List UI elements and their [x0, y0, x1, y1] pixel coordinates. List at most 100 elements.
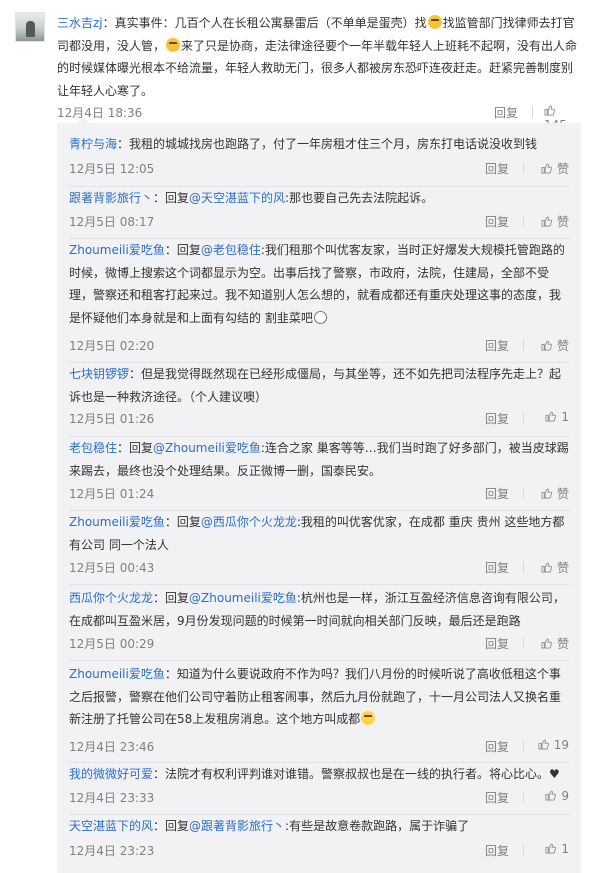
- thumbs-up-icon: [541, 638, 552, 649]
- reply-meta: 12月4日 23:46 回复 19: [69, 738, 569, 754]
- divider: [523, 844, 524, 856]
- reply-text: 跟著背影旅行丶：回复@天空湛蓝下的风:那也要自己先去法院起诉。: [69, 191, 434, 205]
- reply-time: 12月5日 01:24: [69, 487, 155, 501]
- like-button[interactable]: 1: [534, 410, 569, 424]
- reply-author[interactable]: Zhoumeili爱吃鱼: [69, 515, 165, 529]
- reply-text: 七块钥锣锣：但是我觉得既然现在已经形成僵局，与其坐等，还不如先把司法程序先走上？…: [69, 367, 562, 404]
- reply-divider: [69, 660, 569, 661]
- mention-link[interactable]: @Zhoumeili爱吃鱼: [153, 441, 261, 455]
- reply-author[interactable]: 跟著背影旅行丶: [69, 191, 153, 205]
- like-button[interactable]: 赞: [534, 559, 569, 576]
- mention-link[interactable]: @天空湛蓝下的风: [189, 191, 285, 205]
- main-comment-text: 三水吉zj：真实事件：几百个人在长租公寓暴雷后（不单单是蛋壳）找 找监管部门找律师…: [57, 15, 578, 98]
- main-comment: 三水吉zj：真实事件：几百个人在长租公寓暴雷后（不单单是蛋壳）找 找监管部门找律师…: [0, 0, 593, 132]
- reply-time: 12月4日 23:23: [69, 844, 155, 858]
- divider: [523, 339, 524, 351]
- reply-list: 青柠与海：我租的城城找房也跑路了，付了一年房租才住三个月，房东打电话说没收到钱 …: [57, 117, 581, 873]
- reply-text: Zhoumeili爱吃鱼：回复@西瓜你个火龙龙:我租的叫优客优家，在成都 重庆 …: [69, 515, 565, 552]
- reply-time: 12月5日 12:05: [69, 162, 155, 176]
- reply-button[interactable]: 回复: [485, 410, 509, 427]
- reply-button[interactable]: 回复: [485, 789, 509, 806]
- mention-link[interactable]: @Zhoumeili爱吃鱼: [189, 591, 297, 605]
- reply-meta: 12月4日 23:33 回复 9: [69, 789, 569, 805]
- reply-text: 老包稳住：回复@Zhoumeili爱吃鱼:连合之家 巢客等等…我们当时跑了好多部…: [69, 441, 569, 478]
- reply-time: 12月4日 23:33: [69, 791, 155, 805]
- reply-time: 12月5日 00:43: [69, 561, 155, 575]
- reply-time: 12月5日 02:20: [69, 339, 155, 353]
- divider: [523, 791, 524, 803]
- reply-author[interactable]: 西瓜你个火龙龙: [69, 591, 153, 605]
- mention-link[interactable]: @跟著背影旅行丶: [189, 819, 285, 833]
- reply-time: 12月5日 00:29: [69, 637, 155, 651]
- emoji-icon: [427, 15, 442, 29]
- thumbs-up-icon: [541, 488, 552, 499]
- reply-button[interactable]: 回复: [485, 337, 509, 354]
- reply-author[interactable]: Zhoumeili爱吃鱼: [69, 243, 165, 257]
- reply-meta: 12月4日 23:23 回复 1: [69, 842, 569, 858]
- divider: [532, 106, 533, 118]
- like-button[interactable]: 赞: [534, 337, 569, 354]
- reply-button[interactable]: 回复: [485, 213, 509, 230]
- reply-button[interactable]: 回复: [485, 635, 509, 652]
- reply-time: 12月5日 01:26: [69, 412, 155, 426]
- divider: [523, 561, 524, 573]
- reply-time: 12月4日 23:46: [69, 740, 155, 754]
- divider: [523, 740, 524, 752]
- reply-meta: 12月5日 02:20 回复 赞: [69, 337, 569, 353]
- avatar[interactable]: [15, 12, 45, 42]
- reply-text: 青柠与海：我租的城城找房也跑路了，付了一年房租才住三个月，房东打电话说没收到钱: [69, 137, 538, 151]
- mention-link[interactable]: @老包稳住: [201, 243, 261, 257]
- divider: [523, 162, 524, 174]
- reply-button[interactable]: 回复: [485, 485, 509, 502]
- thumbs-up-icon: [545, 411, 557, 422]
- divider: [523, 637, 524, 649]
- reply-meta: 12月5日 12:05 回复 赞: [69, 160, 569, 176]
- like-button[interactable]: 赞: [534, 160, 569, 177]
- reply-author[interactable]: 青柠与海: [69, 137, 117, 151]
- divider: [523, 487, 524, 499]
- reply-text: Zhoumeili爱吃鱼：回复@老包稳住:我们租那个叫优客友家，当时正好爆发大规…: [69, 243, 565, 325]
- thumbs-up-icon: [544, 105, 555, 116]
- thumbs-up-icon: [541, 163, 552, 174]
- reply-time: 12月5日 08:17: [69, 215, 155, 229]
- reply-text: 我的微微好可爱：法院才有权利评判谁对谁错。警察叔叔也是在一线的执行者。将心比心。…: [69, 767, 560, 781]
- reply-meta: 12月5日 01:24 回复 赞: [69, 485, 569, 501]
- reply-text: 天空湛蓝下的风：回复@跟著背影旅行丶:有些是故意卷款跑路，属于诈骗了: [69, 819, 470, 833]
- reply-button[interactable]: 回复: [485, 842, 509, 859]
- thumbs-up-icon: [541, 216, 552, 227]
- reply-button[interactable]: 回复: [485, 160, 509, 177]
- reply-author[interactable]: Zhoumeili爱吃鱼: [69, 667, 165, 681]
- reply-divider: [69, 584, 569, 585]
- reply-button[interactable]: 回复: [485, 738, 509, 755]
- reply-meta: 12月5日 00:29 回复 赞: [69, 635, 569, 651]
- thumbs-up-icon: [545, 843, 557, 854]
- mention-link[interactable]: @西瓜你个火龙龙: [201, 515, 297, 529]
- reply-author[interactable]: 天空湛蓝下的风: [69, 819, 153, 833]
- reply-button[interactable]: 回复: [485, 559, 509, 576]
- emoji-icon: [166, 37, 181, 52]
- emoji-icon: [313, 310, 327, 324]
- like-button[interactable]: 1: [534, 842, 569, 856]
- like-button[interactable]: 赞: [534, 635, 569, 652]
- reply-text: 西瓜你个火龙龙：回复@Zhoumeili爱吃鱼:杭州也是一样，浙江互盈经济信息咨…: [69, 591, 565, 628]
- like-button[interactable]: 19: [534, 738, 569, 752]
- thumbs-up-icon: [541, 340, 552, 351]
- reply-meta: 12月5日 00:43 回复 赞: [69, 559, 569, 575]
- comment-time: 12月4日 18:36: [57, 106, 143, 120]
- reply-list-caret: [77, 117, 89, 123]
- divider: [523, 215, 524, 227]
- thumbs-up-icon: [545, 790, 557, 801]
- thumbs-up-icon: [538, 739, 549, 750]
- like-button[interactable]: 赞: [534, 213, 569, 230]
- like-button[interactable]: 赞: [534, 485, 569, 502]
- reply-author[interactable]: 七块钥锣锣: [69, 367, 129, 381]
- reply-text: Zhoumeili爱吃鱼：知道为什么要说政府不作为吗？我们八月份的时候听说了高收…: [69, 667, 562, 726]
- reply-meta: 12月5日 08:17 回复 赞: [69, 213, 569, 229]
- emoji-icon: [361, 711, 376, 725]
- divider: [523, 412, 524, 424]
- like-button[interactable]: 9: [534, 789, 569, 803]
- main-comment-author[interactable]: 三水吉zj: [57, 16, 103, 30]
- reply-author[interactable]: 我的微微好可爱: [69, 767, 153, 781]
- main-comment-meta: 12月4日 18:36 回复 145: [57, 104, 581, 132]
- reply-author[interactable]: 老包稳住: [69, 441, 117, 455]
